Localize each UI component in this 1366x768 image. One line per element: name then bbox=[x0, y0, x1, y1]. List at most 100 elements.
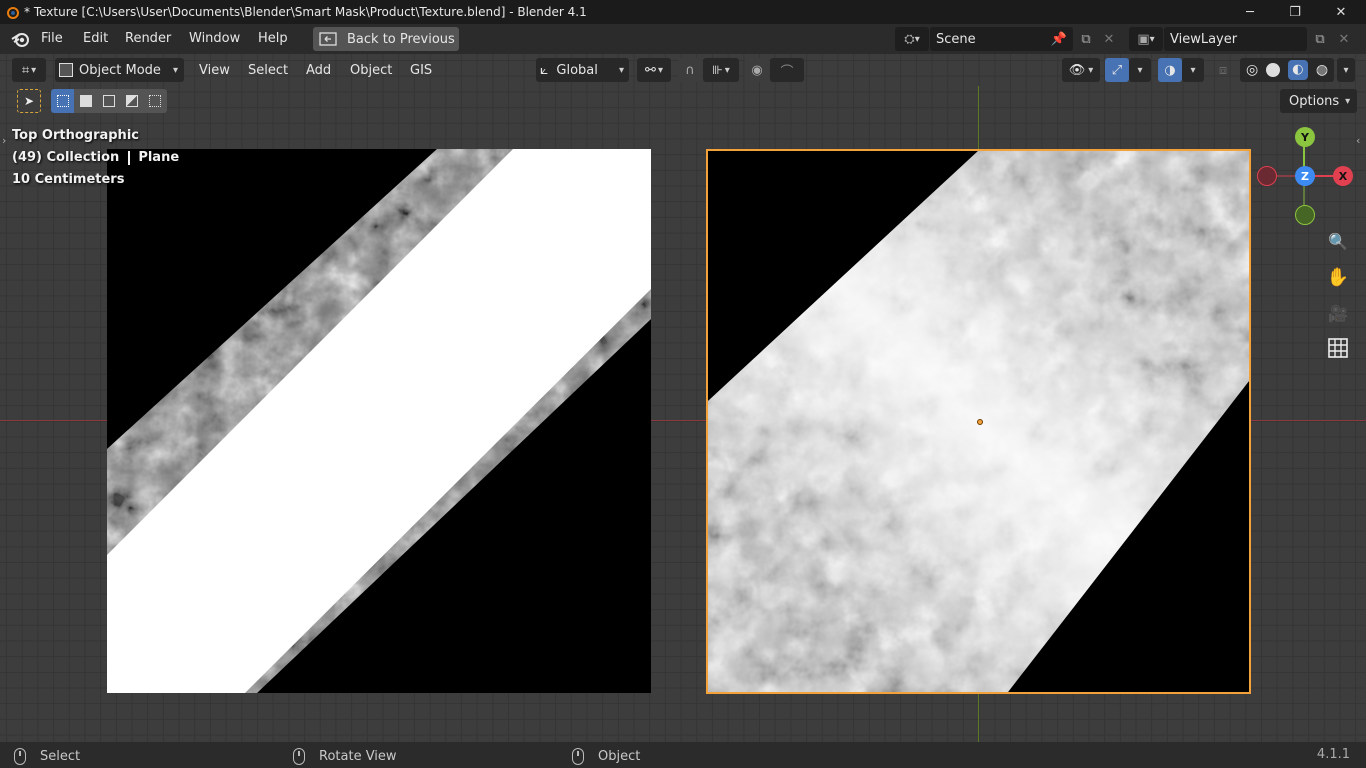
mode-label: Object Mode bbox=[79, 62, 161, 78]
gizmo-z-axis[interactable]: Z bbox=[1295, 166, 1315, 186]
falloff-dropdown[interactable]: ⌒ bbox=[770, 58, 804, 82]
back-to-previous-label: Back to Previous bbox=[347, 31, 455, 47]
viewport-menu-object[interactable]: Object bbox=[350, 58, 392, 82]
gizmo-x-axis[interactable]: X bbox=[1333, 166, 1353, 186]
new-scene-button[interactable]: ⧉ bbox=[1074, 27, 1098, 51]
gizmo-negative-y-axis[interactable] bbox=[1295, 205, 1315, 225]
top-menu-bar: File Edit Render Window Help Back to Pre… bbox=[0, 24, 1366, 54]
select-new-icon[interactable] bbox=[51, 89, 74, 113]
pivot-point-dropdown[interactable]: ⚯ ▾ bbox=[637, 58, 671, 82]
object-mode-icon bbox=[59, 63, 73, 77]
selection-mode-group bbox=[51, 89, 167, 113]
title-bar: * Texture [C:\Users\User\Documents\Blend… bbox=[0, 0, 1366, 24]
menu-file[interactable]: File bbox=[41, 29, 63, 49]
zoom-magnifier-icon: 🔍 bbox=[1328, 231, 1348, 251]
chevron-down-icon: ▾ bbox=[1137, 64, 1143, 76]
pivot-icon: ⚯ bbox=[645, 62, 656, 78]
gizmo-dropdown[interactable]: ▾ bbox=[1129, 58, 1151, 82]
menu-window[interactable]: Window bbox=[189, 29, 240, 49]
delete-scene-button[interactable]: ✕ bbox=[1097, 27, 1121, 51]
overlays-icon: ◑ bbox=[1164, 62, 1176, 78]
view-layer-name: ViewLayer bbox=[1170, 31, 1238, 47]
active-object-label: (49) Collection Plane bbox=[12, 150, 179, 165]
back-screen-icon bbox=[319, 32, 337, 46]
pin-icon[interactable]: 📌 bbox=[1051, 32, 1067, 47]
delete-view-layer-button[interactable]: ✕ bbox=[1332, 27, 1356, 51]
close-window-button[interactable]: ✕ bbox=[1318, 0, 1364, 24]
restore-button[interactable]: ❐ bbox=[1272, 0, 1318, 24]
active-tool-select-icon[interactable]: ➤ bbox=[17, 89, 41, 113]
select-subtract-icon[interactable] bbox=[97, 89, 120, 113]
blender-menu-icon[interactable] bbox=[10, 30, 32, 52]
magnet-icon: ∩ bbox=[685, 62, 695, 78]
visibility-dropdown[interactable]: 👁 ▾ bbox=[1062, 58, 1100, 82]
gizmo-negative-x-axis[interactable] bbox=[1257, 166, 1277, 186]
scene-name-field[interactable]: Scene 📌 bbox=[930, 27, 1073, 51]
rendered-shading-icon[interactable]: ◍ bbox=[1316, 62, 1328, 78]
minimize-button[interactable]: ─ bbox=[1227, 0, 1273, 24]
mode-dropdown[interactable]: Object Mode ▾ bbox=[55, 58, 184, 82]
proportional-editing-toggle[interactable]: ◉ bbox=[745, 58, 769, 82]
new-view-layer-button[interactable]: ⧉ bbox=[1308, 27, 1332, 51]
xray-icon: ⧈ bbox=[1218, 62, 1228, 78]
menu-edit[interactable]: Edit bbox=[83, 29, 108, 49]
solid-shading-icon[interactable] bbox=[1266, 63, 1281, 77]
transform-orientation-dropdown[interactable]: ⟀ Global ▾ bbox=[536, 58, 629, 82]
options-dropdown[interactable]: Options ▾ bbox=[1280, 89, 1357, 113]
status-select-label: Select bbox=[40, 748, 81, 764]
snap-target-dropdown[interactable]: ⊪ ▾ bbox=[703, 58, 739, 82]
pan-button[interactable]: ✋ bbox=[1324, 263, 1352, 291]
gizmo-y-axis[interactable]: Y bbox=[1295, 127, 1315, 147]
mouse-right-icon bbox=[572, 747, 584, 765]
mouse-middle-icon bbox=[293, 747, 305, 765]
duplicate-icon: ⧉ bbox=[1081, 31, 1091, 47]
wireframe-shading-icon[interactable]: ◎ bbox=[1246, 62, 1258, 78]
snap-increment-icon: ⊪ bbox=[712, 63, 723, 77]
collection-label: (49) Collection bbox=[12, 150, 120, 165]
camera-view-button[interactable]: 🎥 bbox=[1324, 299, 1352, 327]
viewport-menu-view[interactable]: View bbox=[199, 58, 230, 82]
viewport-menu-select[interactable]: Select bbox=[248, 58, 288, 82]
transform-orientation-label: Global bbox=[556, 62, 598, 78]
status-rotate-label: Rotate View bbox=[319, 748, 397, 764]
overlays-toggle[interactable]: ◑ bbox=[1158, 58, 1182, 82]
mouse-left-icon bbox=[14, 747, 26, 765]
mask-texture-image bbox=[107, 149, 651, 693]
viewport-menu-add[interactable]: Add bbox=[306, 58, 331, 82]
select-intersect-icon[interactable] bbox=[143, 89, 167, 113]
overlays-dropdown[interactable]: ▾ bbox=[1182, 58, 1204, 82]
select-invert-icon[interactable] bbox=[120, 89, 143, 113]
snap-toggle[interactable]: ∩ bbox=[678, 58, 702, 82]
xray-toggle[interactable]: ⧈ bbox=[1211, 58, 1235, 82]
view-name-label: Top Orthographic bbox=[12, 128, 139, 143]
menu-render[interactable]: Render bbox=[125, 29, 171, 49]
sidebar-expand-arrow-icon[interactable]: ‹ bbox=[1356, 134, 1360, 147]
zoom-button[interactable]: 🔍 bbox=[1324, 227, 1352, 255]
status-bar: Select Rotate View Object 4.1.1 bbox=[0, 742, 1366, 768]
grid-scale-label: 10 Centimeters bbox=[12, 172, 125, 187]
viewport-menu-gis[interactable]: GIS bbox=[410, 58, 432, 82]
gizmo-toggle[interactable]: ⤢ bbox=[1105, 58, 1129, 82]
editor-type-button[interactable]: ⌗ ▾ bbox=[12, 58, 46, 82]
status-object-label: Object bbox=[598, 748, 641, 764]
scene-name: Scene bbox=[936, 31, 976, 47]
scene-icon: ⛭ bbox=[904, 31, 915, 47]
back-to-previous-button[interactable]: Back to Previous bbox=[313, 27, 459, 51]
object-label: Plane bbox=[138, 150, 180, 165]
shading-dropdown[interactable]: ▾ bbox=[1337, 58, 1355, 82]
chevron-down-icon: ▾ bbox=[1190, 64, 1196, 76]
mask-plane-left[interactable] bbox=[107, 149, 651, 693]
toolbar-expand-arrow-icon[interactable]: › bbox=[2, 134, 6, 147]
falloff-curve-icon: ⌒ bbox=[780, 64, 794, 80]
select-extend-icon[interactable] bbox=[74, 89, 97, 113]
duplicate-icon: ⧉ bbox=[1315, 31, 1325, 47]
material-preview-icon[interactable]: ◐ bbox=[1287, 60, 1308, 80]
view-layer-name-field[interactable]: ViewLayer bbox=[1164, 27, 1307, 51]
scene-browse-button[interactable]: ⛭ ▾ bbox=[895, 27, 929, 51]
perspective-toggle-button[interactable] bbox=[1324, 334, 1352, 362]
textured-plane-selected[interactable] bbox=[706, 149, 1251, 694]
shading-mode-group: ◎ ◐ ◍ bbox=[1240, 58, 1334, 82]
viewport-header: ⌗ ▾ Object Mode ▾ View Select Add Object … bbox=[0, 54, 1366, 86]
menu-help[interactable]: Help bbox=[258, 29, 288, 49]
view-layer-browse-button[interactable]: ▣ ▾ bbox=[1129, 27, 1163, 51]
